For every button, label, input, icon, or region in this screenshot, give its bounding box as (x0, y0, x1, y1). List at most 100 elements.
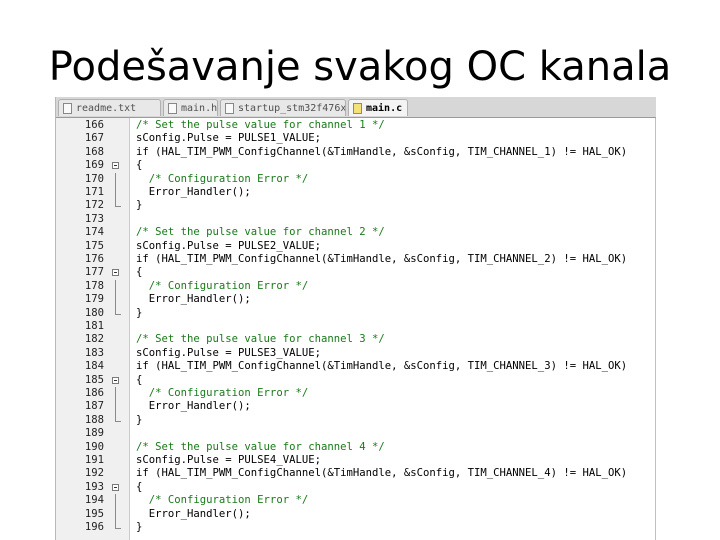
line-number: 187 (84, 400, 104, 413)
fold-end-icon (115, 413, 121, 422)
tab-startup[interactable]: startup_stm32f476xx.s (220, 99, 346, 116)
code-line: 173 (56, 213, 656, 226)
code-text: if (HAL_TIM_PWM_ConfigChannel(&TimHandle… (136, 467, 628, 480)
line-number: 186 (84, 387, 104, 399)
code-line: 175 sConfig.Pulse = PULSE2_VALUE; (56, 240, 656, 253)
fold-collapse-icon[interactable] (112, 269, 119, 277)
fold-end-icon (115, 306, 121, 315)
slide-title: Podešavanje svakog OC kanala (48, 44, 672, 90)
tab-label: startup_stm32f476xx.s (238, 103, 346, 114)
code-comment: /* Configuration Error */ (136, 279, 309, 292)
fold-collapse-icon[interactable] (112, 162, 119, 170)
code-text: sConfig.Pulse = PULSE2_VALUE; (136, 239, 321, 252)
fold-collapse-icon[interactable] (112, 376, 119, 384)
code-line: 177 { (56, 266, 656, 279)
line-number: 167 (84, 132, 104, 145)
line-number: 169 (84, 159, 104, 172)
code-line: 168 if (HAL_TIM_PWM_ConfigChannel(&TimHan… (56, 146, 656, 159)
code-line: 176 if (HAL_TIM_PWM_ConfigChannel(&TimHan… (56, 253, 656, 266)
fold-end-icon (115, 199, 121, 208)
line-number: 175 (84, 239, 104, 252)
line-number: 190 (84, 440, 104, 453)
code-line: 181 (56, 320, 656, 333)
fold-line-icon (115, 279, 116, 294)
line-number: 179 (84, 293, 104, 306)
line-number: 188 (84, 413, 104, 426)
code-line: 191 sConfig.Pulse = PULSE4_VALUE; (56, 454, 656, 467)
line-number: 189 (84, 427, 104, 440)
line-number: 192 (84, 467, 104, 480)
code-line: 185 { (56, 374, 656, 387)
code-line: 187 Error_Handler(); (56, 400, 656, 414)
code-text: Error_Handler(); (136, 186, 251, 198)
code-comment: /* Set the pulse value for channel 1 */ (136, 119, 385, 131)
code-comment: /* Configuration Error */ (136, 387, 309, 399)
line-number: 191 (84, 454, 104, 466)
tab-main-c[interactable]: main.c (348, 99, 408, 116)
code-text: if (HAL_TIM_PWM_ConfigChannel(&TimHandle… (136, 253, 628, 265)
code-line: 195 Error_Handler(); (56, 507, 656, 521)
line-number: 196 (84, 521, 104, 533)
line-number: 181 (84, 320, 104, 332)
code-comment: /* Set the pulse value for channel 2 */ (136, 226, 385, 239)
fold-line-icon (115, 494, 116, 508)
line-number: 177 (84, 266, 104, 279)
code-line: 169 { (56, 159, 656, 172)
fold-collapse-icon[interactable] (112, 483, 119, 491)
code-line: 182 /* Set the pulse value for channel 3 … (56, 333, 656, 346)
tab-readme[interactable]: readme.txt (58, 99, 161, 116)
code-text: sConfig.Pulse = PULSE4_VALUE; (136, 454, 321, 466)
fold-line-icon (115, 400, 116, 414)
code-text: Error_Handler(); (136, 507, 251, 520)
line-number: 166 (84, 119, 104, 131)
code-line: 184 if (HAL_TIM_PWM_ConfigChannel(&TimHan… (56, 360, 656, 373)
line-number: 183 (84, 346, 104, 359)
code-text: } (136, 413, 143, 426)
code-line: 190 /* Set the pulse value for channel 4 … (56, 441, 656, 454)
code-comment: /* Set the pulse value for channel 3 */ (136, 333, 385, 346)
code-text: Error_Handler(); (136, 400, 251, 413)
code-line: 167 sConfig.Pulse = PULSE1_VALUE; (56, 132, 656, 145)
code-comment: /* Configuration Error */ (136, 494, 309, 507)
fold-line-icon (115, 387, 116, 401)
code-text: sConfig.Pulse = PULSE1_VALUE; (136, 132, 321, 145)
code-text: if (HAL_TIM_PWM_ConfigChannel(&TimHandle… (136, 145, 628, 158)
tab-label: readme.txt (76, 103, 137, 114)
line-number: 178 (84, 279, 104, 292)
code-text: } (136, 306, 143, 319)
code-text: { (136, 480, 143, 493)
code-text: { (136, 159, 143, 172)
c-file-icon (353, 103, 362, 114)
line-number: 185 (84, 373, 104, 386)
line-number: 180 (84, 306, 104, 319)
line-number: 168 (84, 145, 104, 158)
code-line: 186 /* Configuration Error */ (56, 387, 656, 401)
code-line: 194 /* Configuration Error */ (56, 494, 656, 508)
tab-label: main.h (181, 103, 218, 114)
header-file-icon (168, 103, 177, 114)
code-line: 178 /* Configuration Error */ (56, 279, 656, 294)
code-text: if (HAL_TIM_PWM_ConfigChannel(&TimHandle… (136, 360, 628, 373)
code-line: 192 if (HAL_TIM_PWM_ConfigChannel(&TimHan… (56, 467, 656, 480)
code-line: 180} (56, 306, 656, 320)
code-line: 174 /* Set the pulse value for channel 2 … (56, 226, 656, 239)
tab-main-h[interactable]: main.h (163, 99, 218, 116)
code-line: 171 Error_Handler(); (56, 186, 656, 200)
code-comment: /* Set the pulse value for channel 4 */ (136, 440, 385, 453)
editor-tab-bar: readme.txt main.h startup_stm32f476xx.s … (56, 97, 656, 118)
code-line: 193 { (56, 481, 656, 494)
code-line: 170 /* Configuration Error */ (56, 172, 656, 186)
line-number: 195 (84, 507, 104, 520)
code-line: 188} (56, 413, 656, 427)
line-number: 174 (84, 226, 104, 239)
fold-line-icon (115, 186, 116, 200)
code-line: 189 (56, 427, 656, 440)
line-number: 194 (84, 494, 104, 507)
code-text: } (136, 521, 143, 533)
tab-label: main.c (366, 103, 403, 114)
line-number: 182 (84, 333, 104, 346)
code-line: 183 sConfig.Pulse = PULSE3_VALUE; (56, 347, 656, 360)
line-number: 173 (84, 212, 104, 225)
fold-line-icon (115, 507, 116, 521)
code-editor: readme.txt main.h startup_stm32f476xx.s … (55, 97, 656, 540)
